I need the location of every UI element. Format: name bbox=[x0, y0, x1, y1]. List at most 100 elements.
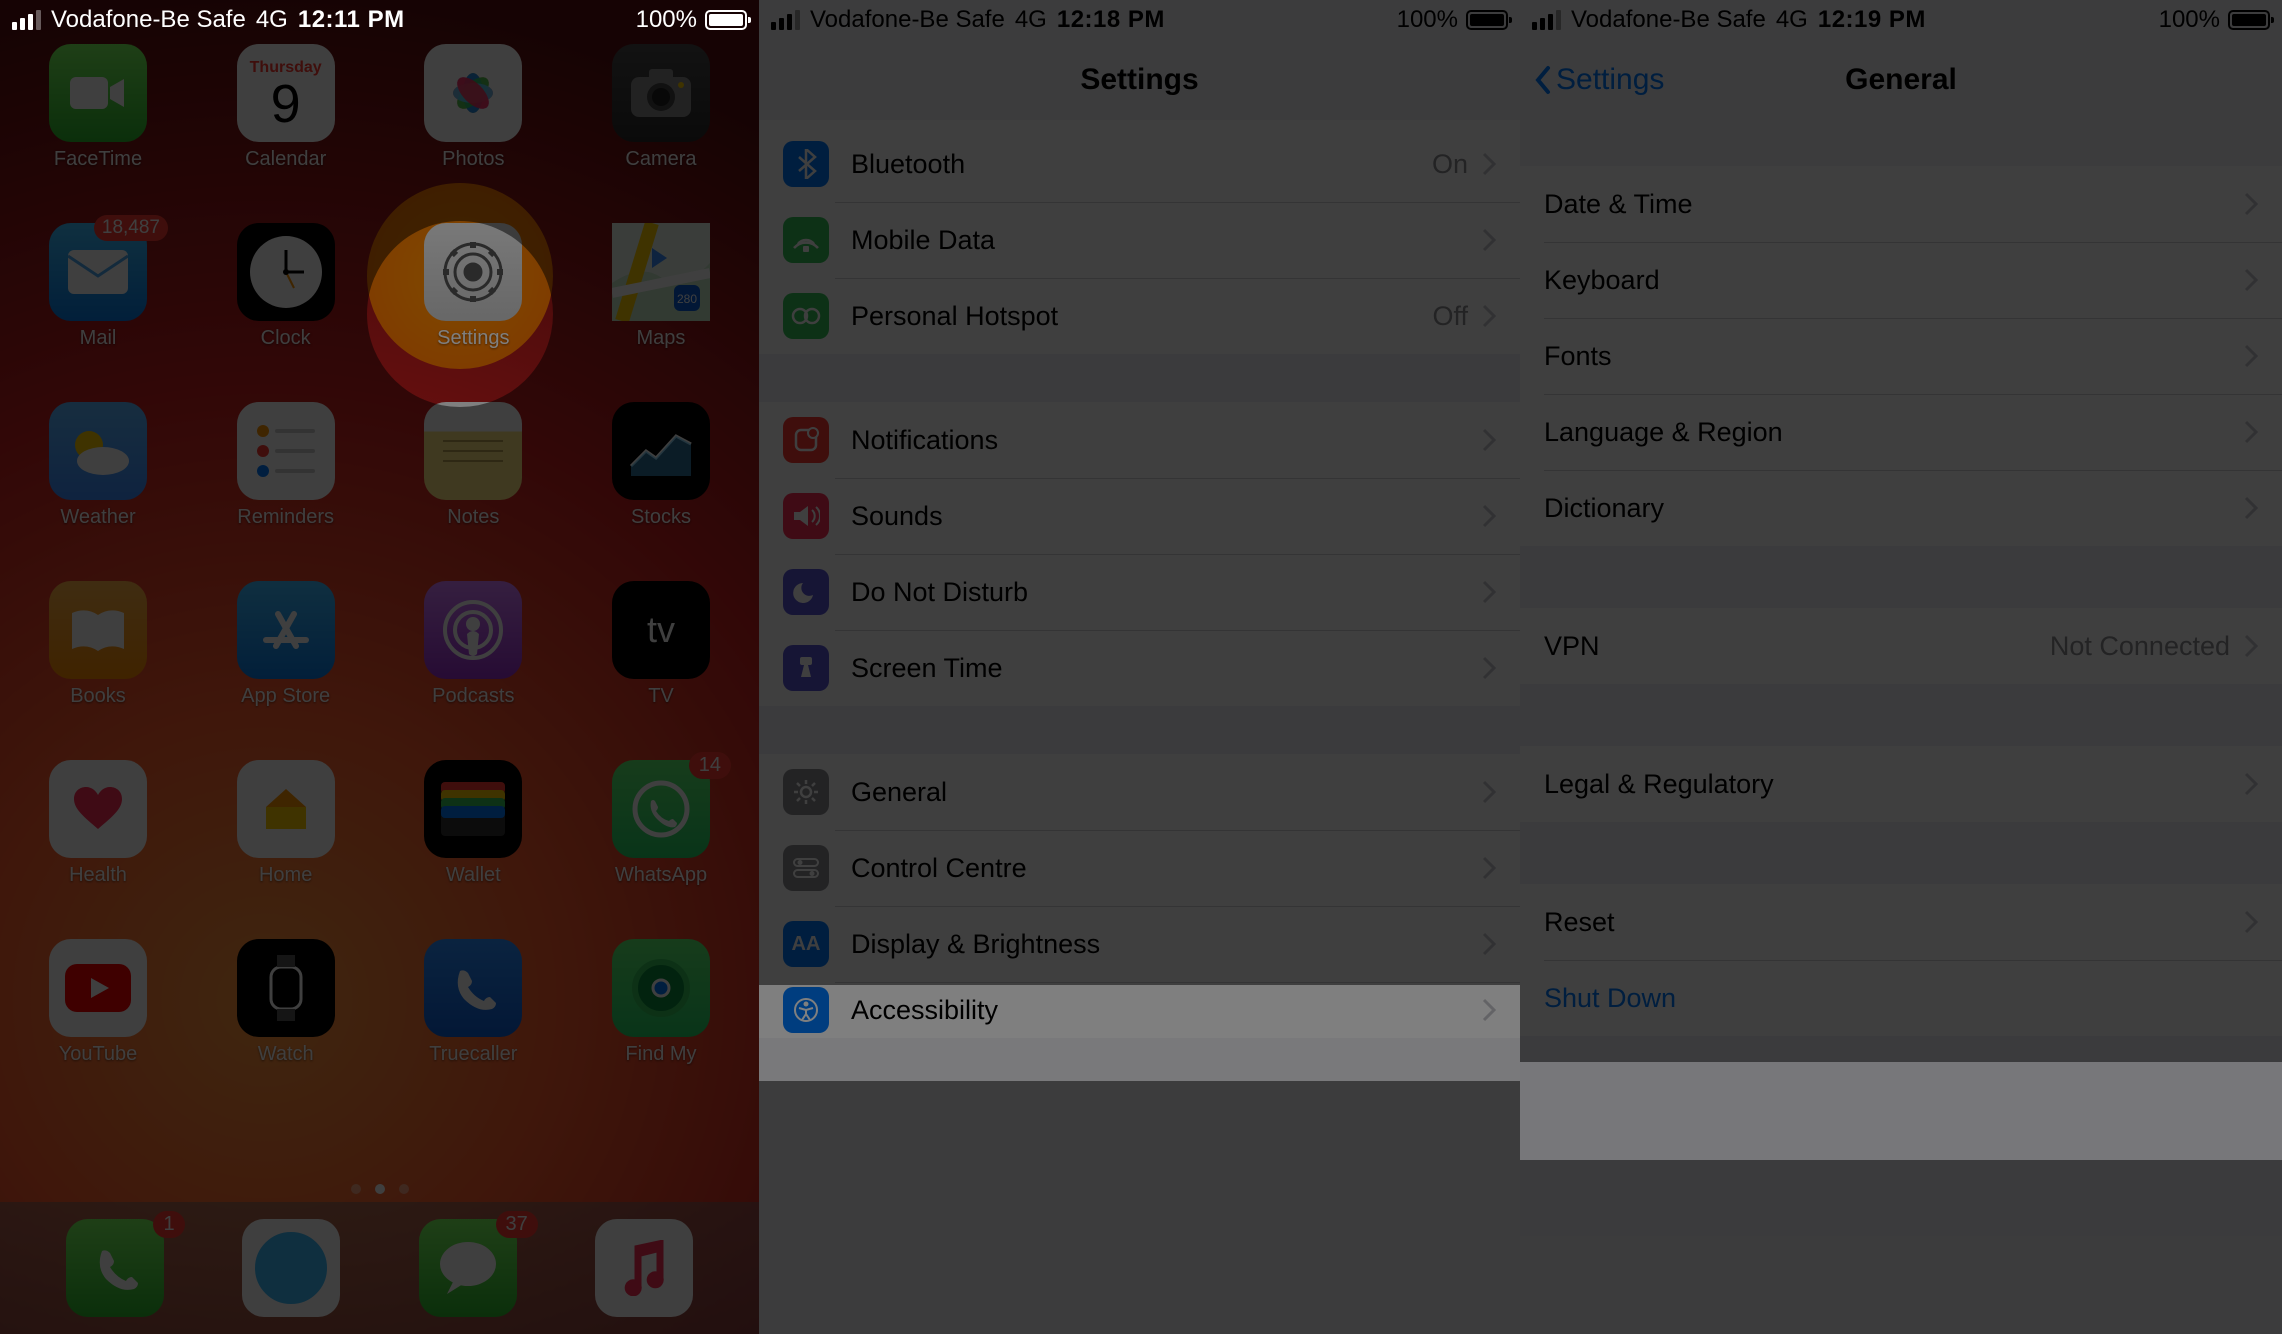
app-label: Find My bbox=[625, 1043, 696, 1066]
app-label: Photos bbox=[442, 148, 504, 171]
home-grid: FaceTime Thursday 9 Calendar Photos Came… bbox=[36, 44, 723, 1066]
app-label: Maps bbox=[637, 327, 686, 350]
app-facetime[interactable]: FaceTime bbox=[36, 44, 160, 171]
app-label: Settings bbox=[437, 327, 509, 350]
row-fonts[interactable]: Fonts bbox=[1520, 318, 2282, 394]
app-label: Podcasts bbox=[432, 685, 514, 708]
weather-icon bbox=[49, 402, 147, 500]
row-screen-time[interactable]: Screen Time bbox=[759, 630, 1520, 706]
chevron-right-icon bbox=[1482, 228, 1496, 252]
app-findmy[interactable]: Find My bbox=[599, 939, 723, 1066]
app-youtube[interactable]: YouTube bbox=[36, 939, 160, 1066]
accessibility-icon bbox=[783, 987, 829, 1033]
row-control-centre[interactable]: Control Centre bbox=[759, 830, 1520, 906]
app-tv[interactable]: tv TV bbox=[599, 581, 723, 708]
app-watch[interactable]: Watch bbox=[224, 939, 348, 1066]
app-appstore[interactable]: App Store bbox=[224, 581, 348, 708]
row-label: Reset bbox=[1544, 907, 2244, 938]
chevron-right-icon bbox=[1482, 656, 1496, 680]
row-label: VPN bbox=[1544, 631, 2050, 662]
dock-music[interactable] bbox=[582, 1219, 706, 1317]
row-date-time[interactable]: Date & Time bbox=[1520, 166, 2282, 242]
dock-messages[interactable]: 37 bbox=[406, 1219, 530, 1317]
general-icon bbox=[783, 769, 829, 815]
controlcentre-icon bbox=[783, 845, 829, 891]
app-home[interactable]: Home bbox=[224, 760, 348, 887]
row-label: Language & Region bbox=[1544, 417, 2244, 448]
app-label: Camera bbox=[625, 148, 696, 171]
row-label: Do Not Disturb bbox=[851, 577, 1482, 608]
row-label: Shut Down bbox=[1544, 983, 2258, 1014]
row-display-brightness[interactable]: AA Display & Brightness bbox=[759, 906, 1520, 982]
wallet-icon bbox=[424, 760, 522, 858]
app-wallet[interactable]: Wallet bbox=[411, 760, 535, 887]
display-icon: AA bbox=[783, 921, 829, 967]
statusbar: Vodafone-Be Safe 4G 12:19 PM 100% bbox=[1520, 0, 2282, 40]
app-photos[interactable]: Photos bbox=[411, 44, 535, 171]
row-mobile-data[interactable]: Mobile Data bbox=[759, 202, 1520, 278]
app-maps[interactable]: 280 Maps bbox=[599, 223, 723, 350]
signal-icon bbox=[771, 10, 800, 30]
app-health[interactable]: Health bbox=[36, 760, 160, 887]
chevron-right-icon bbox=[1482, 998, 1496, 1022]
app-books[interactable]: Books bbox=[36, 581, 160, 708]
calendar-icon: Thursday 9 bbox=[237, 44, 335, 142]
dock-safari[interactable] bbox=[229, 1219, 353, 1317]
chevron-right-icon bbox=[1482, 780, 1496, 804]
app-whatsapp[interactable]: 14 WhatsApp bbox=[599, 760, 723, 887]
row-notifications[interactable]: Notifications bbox=[759, 402, 1520, 478]
phone-icon bbox=[66, 1219, 164, 1317]
row-bluetooth[interactable]: Bluetooth On bbox=[759, 126, 1520, 202]
row-label: Accessibility bbox=[851, 995, 1482, 1026]
app-settings[interactable]: Settings bbox=[411, 223, 535, 350]
settings-list[interactable]: Bluetooth On Mobile Data Personal Hotspo… bbox=[759, 120, 1520, 1334]
row-shut-down[interactable]: Shut Down bbox=[1520, 960, 2282, 1036]
chevron-right-icon bbox=[2244, 344, 2258, 368]
app-label: Truecaller bbox=[429, 1043, 517, 1066]
app-label: FaceTime bbox=[54, 148, 142, 171]
findmy-icon bbox=[612, 939, 710, 1037]
app-notes[interactable]: Notes bbox=[411, 402, 535, 529]
page-indicator bbox=[0, 1184, 759, 1194]
general-list[interactable]: Date & Time Keyboard Fonts Language & Re… bbox=[1520, 124, 2282, 1334]
carrier-label: Vodafone-Be Safe bbox=[1571, 6, 1766, 34]
row-label: Keyboard bbox=[1544, 265, 2244, 296]
app-clock[interactable]: Clock bbox=[224, 223, 348, 350]
row-dictionary[interactable]: Dictionary bbox=[1520, 470, 2282, 546]
network-label: 4G bbox=[1776, 6, 1808, 34]
truecaller-icon bbox=[424, 939, 522, 1037]
row-reset[interactable]: Reset bbox=[1520, 884, 2282, 960]
tv-icon: tv bbox=[612, 581, 710, 679]
health-icon bbox=[49, 760, 147, 858]
row-language-region[interactable]: Language & Region bbox=[1520, 394, 2282, 470]
row-legal-regulatory[interactable]: Legal & Regulatory bbox=[1520, 746, 2282, 822]
row-sounds[interactable]: Sounds bbox=[759, 478, 1520, 554]
app-truecaller[interactable]: Truecaller bbox=[411, 939, 535, 1066]
row-general[interactable]: General bbox=[759, 754, 1520, 830]
app-label: YouTube bbox=[59, 1043, 138, 1066]
app-label: Notes bbox=[447, 506, 499, 529]
dock-phone[interactable]: 1 bbox=[53, 1219, 177, 1317]
safari-icon bbox=[242, 1219, 340, 1317]
dnd-icon bbox=[783, 569, 829, 615]
row-do-not-disturb[interactable]: Do Not Disturb bbox=[759, 554, 1520, 630]
row-vpn[interactable]: VPN Not Connected bbox=[1520, 608, 2282, 684]
statusbar: Vodafone-Be Safe 4G 12:11 PM 100% bbox=[0, 0, 759, 40]
app-camera[interactable]: Camera bbox=[599, 44, 723, 171]
app-label: Clock bbox=[261, 327, 311, 350]
app-calendar[interactable]: Thursday 9 Calendar bbox=[224, 44, 348, 171]
row-personal-hotspot[interactable]: Personal Hotspot Off bbox=[759, 278, 1520, 354]
app-mail[interactable]: 18,487 Mail bbox=[36, 223, 160, 350]
app-podcasts[interactable]: Podcasts bbox=[411, 581, 535, 708]
app-weather[interactable]: Weather bbox=[36, 402, 160, 529]
chevron-right-icon bbox=[1482, 152, 1496, 176]
reminders-icon bbox=[237, 402, 335, 500]
app-stocks[interactable]: Stocks bbox=[599, 402, 723, 529]
app-reminders[interactable]: Reminders bbox=[224, 402, 348, 529]
nav-bar: Settings bbox=[759, 40, 1520, 120]
row-accessibility[interactable]: Accessibility bbox=[759, 982, 1520, 1038]
back-button[interactable]: Settings bbox=[1532, 63, 1664, 97]
chevron-right-icon bbox=[1482, 428, 1496, 452]
row-keyboard[interactable]: Keyboard bbox=[1520, 242, 2282, 318]
row-label: Control Centre bbox=[851, 853, 1482, 884]
